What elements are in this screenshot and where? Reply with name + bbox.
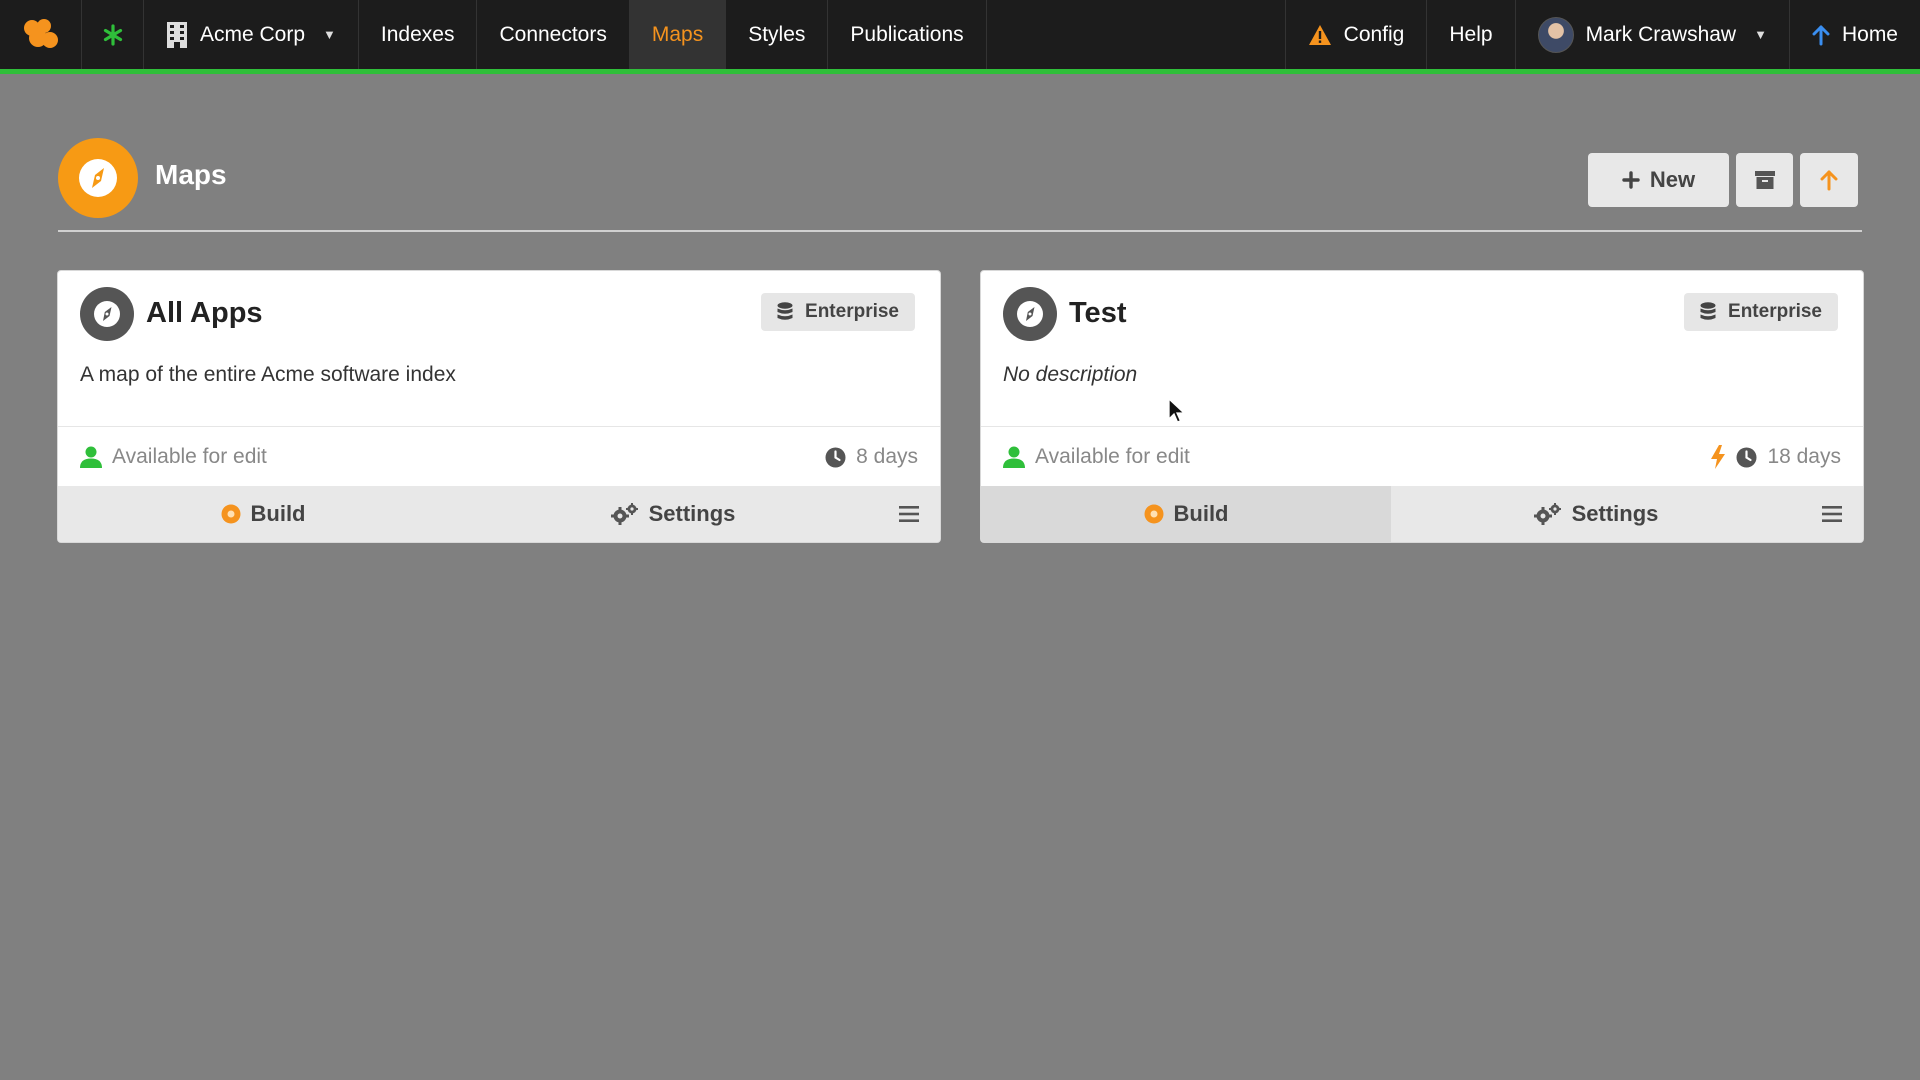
card-header: Test Enterprise No description (981, 271, 1863, 427)
build-dot-icon (221, 504, 240, 524)
card-description: No description (1003, 363, 1138, 386)
arrow-up-icon (1812, 25, 1830, 45)
last-modified: 18 days (1767, 445, 1841, 468)
card-title[interactable]: All Apps (146, 297, 263, 330)
card-actions: Build Settings (58, 486, 940, 542)
card-status-row: Available for edit 8 days (58, 427, 940, 487)
user-menu[interactable]: Mark Crawshaw ▼ (1516, 0, 1790, 69)
org-switcher[interactable]: Acme Corp ▼ (144, 0, 359, 69)
database-icon (1700, 302, 1716, 320)
enterprise-badge: Enterprise (1684, 293, 1838, 331)
map-card: Test Enterprise No description Available… (980, 270, 1864, 543)
build-label: Build (1173, 501, 1229, 526)
nav-maps[interactable]: Maps (629, 0, 727, 69)
new-map-button[interactable]: New (1588, 153, 1729, 207)
build-button[interactable]: Build (58, 486, 468, 542)
nav-connectors-label: Connectors (499, 22, 607, 46)
upload-button[interactable] (1800, 153, 1858, 207)
nav-spacer (987, 0, 1286, 69)
edit-status: Available for edit (112, 445, 267, 468)
page-header: Maps New (58, 138, 1862, 232)
clock-icon (825, 447, 846, 467)
nav-styles[interactable]: Styles (726, 0, 829, 69)
page-title: Maps (155, 159, 227, 190)
build-label: Build (250, 501, 306, 526)
user-icon (1003, 446, 1025, 468)
favorites-button[interactable] (82, 0, 144, 69)
build-button[interactable]: Build (981, 486, 1391, 542)
settings-label: Settings (648, 501, 736, 526)
new-button-label: New (1649, 167, 1696, 192)
avatar (1537, 16, 1574, 53)
compass-icon (1003, 287, 1057, 341)
settings-button[interactable]: Settings (468, 486, 878, 542)
nav-indexes[interactable]: Indexes (359, 0, 478, 69)
archive-icon (1754, 171, 1775, 189)
settings-button[interactable]: Settings (1391, 486, 1801, 542)
arrow-up-icon (1820, 170, 1838, 191)
card-menu-button[interactable] (878, 486, 940, 542)
warning-icon (1308, 24, 1331, 45)
nav-styles-label: Styles (748, 22, 806, 46)
asterisk-icon (103, 23, 122, 46)
chevron-down-icon: ▼ (1754, 27, 1767, 42)
nav-home-label: Home (1841, 22, 1898, 46)
menu-icon (1822, 506, 1842, 522)
lightning-icon (1711, 445, 1726, 469)
nav-publications-label: Publications (850, 22, 964, 46)
clock-icon (1736, 447, 1757, 467)
gears-icon (610, 503, 638, 525)
badge-label: Enterprise (1728, 301, 1822, 322)
plus-icon (1622, 171, 1640, 189)
archive-button[interactable] (1736, 153, 1793, 207)
map-card: All Apps Enterprise A map of the entire … (57, 270, 941, 543)
card-header: All Apps Enterprise A map of the entire … (58, 271, 940, 427)
badge-label: Enterprise (805, 301, 899, 322)
nav-maps-label: Maps (651, 22, 704, 46)
card-status-row: Available for edit 18 days (981, 427, 1863, 487)
nav-config[interactable]: Config (1286, 0, 1428, 69)
nav-indexes-label: Indexes (380, 22, 455, 46)
user-icon (80, 446, 102, 468)
nav-config-label: Config (1343, 22, 1405, 46)
compass-icon (80, 287, 134, 341)
nav-connectors[interactable]: Connectors (477, 0, 630, 69)
nav-publications[interactable]: Publications (828, 0, 987, 69)
building-icon (167, 21, 187, 48)
enterprise-badge: Enterprise (761, 293, 915, 331)
user-name: Mark Crawshaw (1585, 22, 1737, 46)
nav-help[interactable]: Help (1427, 0, 1516, 69)
org-name: Acme Corp (200, 22, 306, 46)
app-logo[interactable] (0, 0, 82, 69)
logo-icon (23, 18, 58, 48)
compass-icon (58, 138, 138, 218)
gears-icon (1533, 503, 1561, 525)
last-modified: 8 days (856, 445, 918, 468)
mouse-pointer-icon (1168, 398, 1186, 423)
build-dot-icon (1144, 504, 1163, 524)
nav-help-label: Help (1449, 22, 1493, 46)
chevron-down-icon: ▼ (323, 27, 336, 42)
nav-home[interactable]: Home (1790, 0, 1920, 69)
card-actions: Build Settings (981, 486, 1863, 542)
settings-label: Settings (1571, 501, 1659, 526)
database-icon (777, 302, 793, 320)
menu-icon (899, 506, 919, 522)
top-navbar: Acme Corp ▼ Indexes Connectors Maps Styl… (0, 0, 1920, 74)
card-title[interactable]: Test (1069, 297, 1126, 330)
edit-status: Available for edit (1035, 445, 1190, 468)
card-menu-button[interactable] (1801, 486, 1863, 542)
card-description: A map of the entire Acme software index (80, 363, 456, 386)
